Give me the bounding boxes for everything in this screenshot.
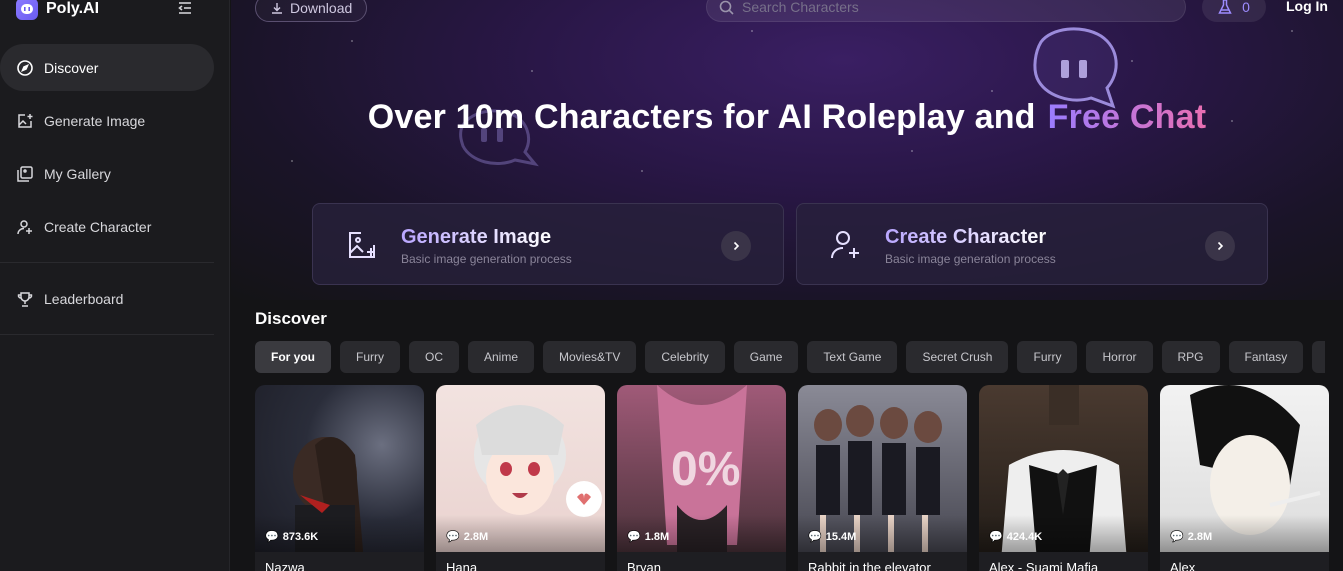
feature-card-create-character[interactable]: Create Character Basic image generation … — [796, 203, 1268, 285]
headline-accent: Free Chat — [1047, 98, 1207, 136]
flask-icon — [1218, 0, 1232, 14]
chat-count: 💬 1.8M — [627, 530, 670, 544]
chip-text-game[interactable]: Text Game — [807, 341, 898, 373]
character-card[interactable]: 💬 2.8M Hana — [436, 385, 605, 571]
download-icon — [272, 3, 282, 14]
chat-count: 💬 2.8M — [446, 530, 489, 544]
chat-count-value: 2.8M — [463, 530, 489, 543]
sidebar: Poly.AI Discover Generate Image My Galle… — [0, 0, 230, 571]
character-card[interactable]: 💬 15.4M Rabbit in the elevator — [798, 385, 967, 571]
chevron-right-icon[interactable] — [1205, 231, 1235, 261]
feature-subtitle: Basic image generation process — [885, 252, 1056, 266]
character-card[interactable]: 💬 424.4K Alex - Suami Mafia — [979, 385, 1148, 571]
character-name: Hana — [446, 560, 478, 571]
character-name: Bryan — [627, 560, 661, 571]
sidebar-item-leaderboard[interactable]: Leaderboard — [0, 275, 214, 322]
chat-bubble-icon: 💬 — [1170, 531, 1184, 543]
download-button[interactable]: Download — [255, 0, 368, 22]
collapse-menu-icon[interactable] — [176, 0, 196, 19]
sidebar-divider — [0, 262, 214, 263]
search-icon — [719, 0, 734, 15]
chat-bubble-icon: 💬 — [446, 531, 460, 543]
category-chips: For you Furry OC Anime Movies&TV Celebri… — [255, 341, 1325, 373]
chip-anime[interactable]: Anime — [468, 341, 535, 373]
chat-bubble-icon: 💬 — [627, 531, 641, 543]
credits-count: 0 — [1242, 0, 1250, 15]
search-bar[interactable] — [706, 0, 1186, 22]
chip-fantasy[interactable]: Fantasy — [1228, 341, 1304, 373]
chip-secret-crush[interactable]: Secret Crush — [906, 341, 1009, 373]
svg-text:0%: 0% — [671, 443, 740, 496]
download-label: Download — [290, 0, 353, 16]
character-card[interactable]: 0% 💬 1.8M Bryan — [617, 385, 786, 571]
user-plus-icon — [17, 219, 32, 234]
sidebar-item-discover[interactable]: Discover — [0, 44, 214, 91]
login-link[interactable]: Log In — [1286, 0, 1328, 14]
sidebar-item-create-character[interactable]: Create Character — [0, 203, 214, 250]
image-sparkle-icon — [18, 113, 33, 128]
user-plus-icon — [831, 231, 859, 259]
chat-bubble-icon: 💬 — [989, 531, 1003, 543]
chip-for-you[interactable]: For you — [255, 341, 331, 373]
app-root: Poly.AI Discover Generate Image My Galle… — [0, 0, 1343, 571]
chip-furry-2[interactable]: Furry — [1017, 341, 1078, 373]
character-name: Rabbit in the elevator — [808, 560, 931, 571]
character-card[interactable]: 💬 2.8M Alex — [1160, 385, 1329, 571]
chip-sc[interactable]: Sc — [1312, 341, 1325, 373]
chip-celebrity[interactable]: Celebrity — [645, 341, 725, 373]
feature-title: Create Character — [885, 226, 1047, 248]
sidebar-item-my-gallery[interactable]: My Gallery — [0, 150, 214, 197]
chat-count-value: 1.8M — [644, 530, 670, 543]
feature-card-generate-image[interactable]: Generate Image Basic image generation pr… — [312, 203, 784, 285]
headline-main: Over 10m Characters for AI Roleplay and — [367, 98, 1036, 136]
chat-count-value: 424.4K — [1006, 530, 1043, 543]
chip-game[interactable]: Game — [733, 341, 799, 373]
chip-horror[interactable]: Horror — [1086, 341, 1153, 373]
search-input[interactable] — [742, 0, 1162, 15]
chat-count: 💬 873.6K — [265, 530, 319, 544]
gallery-icon — [17, 165, 33, 182]
discover-title: Discover — [255, 309, 327, 328]
chat-count: 💬 15.4M — [808, 530, 857, 544]
brand[interactable]: Poly.AI — [16, 0, 99, 22]
sidebar-item-generate-image[interactable]: Generate Image — [0, 97, 214, 144]
character-name: Alex - Suami Mafia — [989, 560, 1099, 571]
feature-title: Generate Image — [401, 226, 552, 248]
chat-count: 💬 424.4K — [989, 530, 1043, 544]
chip-oc[interactable]: OC — [409, 341, 459, 373]
chat-count-value: 15.4M — [825, 530, 857, 543]
sidebar-item-label: Discover — [44, 59, 99, 76]
trophy-icon — [17, 291, 33, 307]
chat-bubble-icon: 💬 — [265, 531, 279, 543]
sidebar-item-label: Leaderboard — [44, 290, 124, 307]
sidebar-item-label: Generate Image — [44, 112, 146, 129]
character-name: Alex — [1170, 560, 1196, 571]
chip-furry[interactable]: Furry — [340, 341, 400, 373]
chip-movies-tv[interactable]: Movies&TV — [543, 341, 637, 373]
image-sparkle-icon — [349, 232, 375, 258]
chat-bubble-icon: 💬 — [808, 531, 822, 543]
sidebar-item-label: My Gallery — [44, 165, 111, 182]
chat-count-value: 873.6K — [282, 530, 319, 543]
poly-logo-icon — [16, 0, 38, 20]
brand-name: Poly.AI — [46, 0, 100, 17]
character-name: Nazwa — [265, 560, 305, 571]
chat-count-value: 2.8M — [1187, 530, 1213, 543]
compass-icon — [17, 59, 33, 76]
character-grid: 💬 873.6K Nazwa 💬 2.8M Hana 0% 💬 1.8M Bry… — [255, 385, 1329, 571]
chevron-right-icon[interactable] — [721, 231, 751, 261]
chat-count: 💬 2.8M — [1170, 530, 1213, 544]
hero-headline: Over 10m Characters for AI Roleplay and F… — [231, 98, 1343, 137]
character-card[interactable]: 💬 873.6K Nazwa — [255, 385, 424, 571]
credits-button[interactable]: 0 — [1202, 0, 1266, 22]
main-content: Download 0 Log In Over 10m Characters fo… — [231, 0, 1343, 571]
sidebar-divider — [0, 334, 214, 335]
sidebar-item-label: Create Character — [44, 218, 152, 235]
chip-rpg[interactable]: RPG — [1161, 341, 1220, 373]
feature-subtitle: Basic image generation process — [401, 252, 572, 266]
sidebar-nav: Discover Generate Image My Gallery Creat… — [0, 44, 230, 347]
